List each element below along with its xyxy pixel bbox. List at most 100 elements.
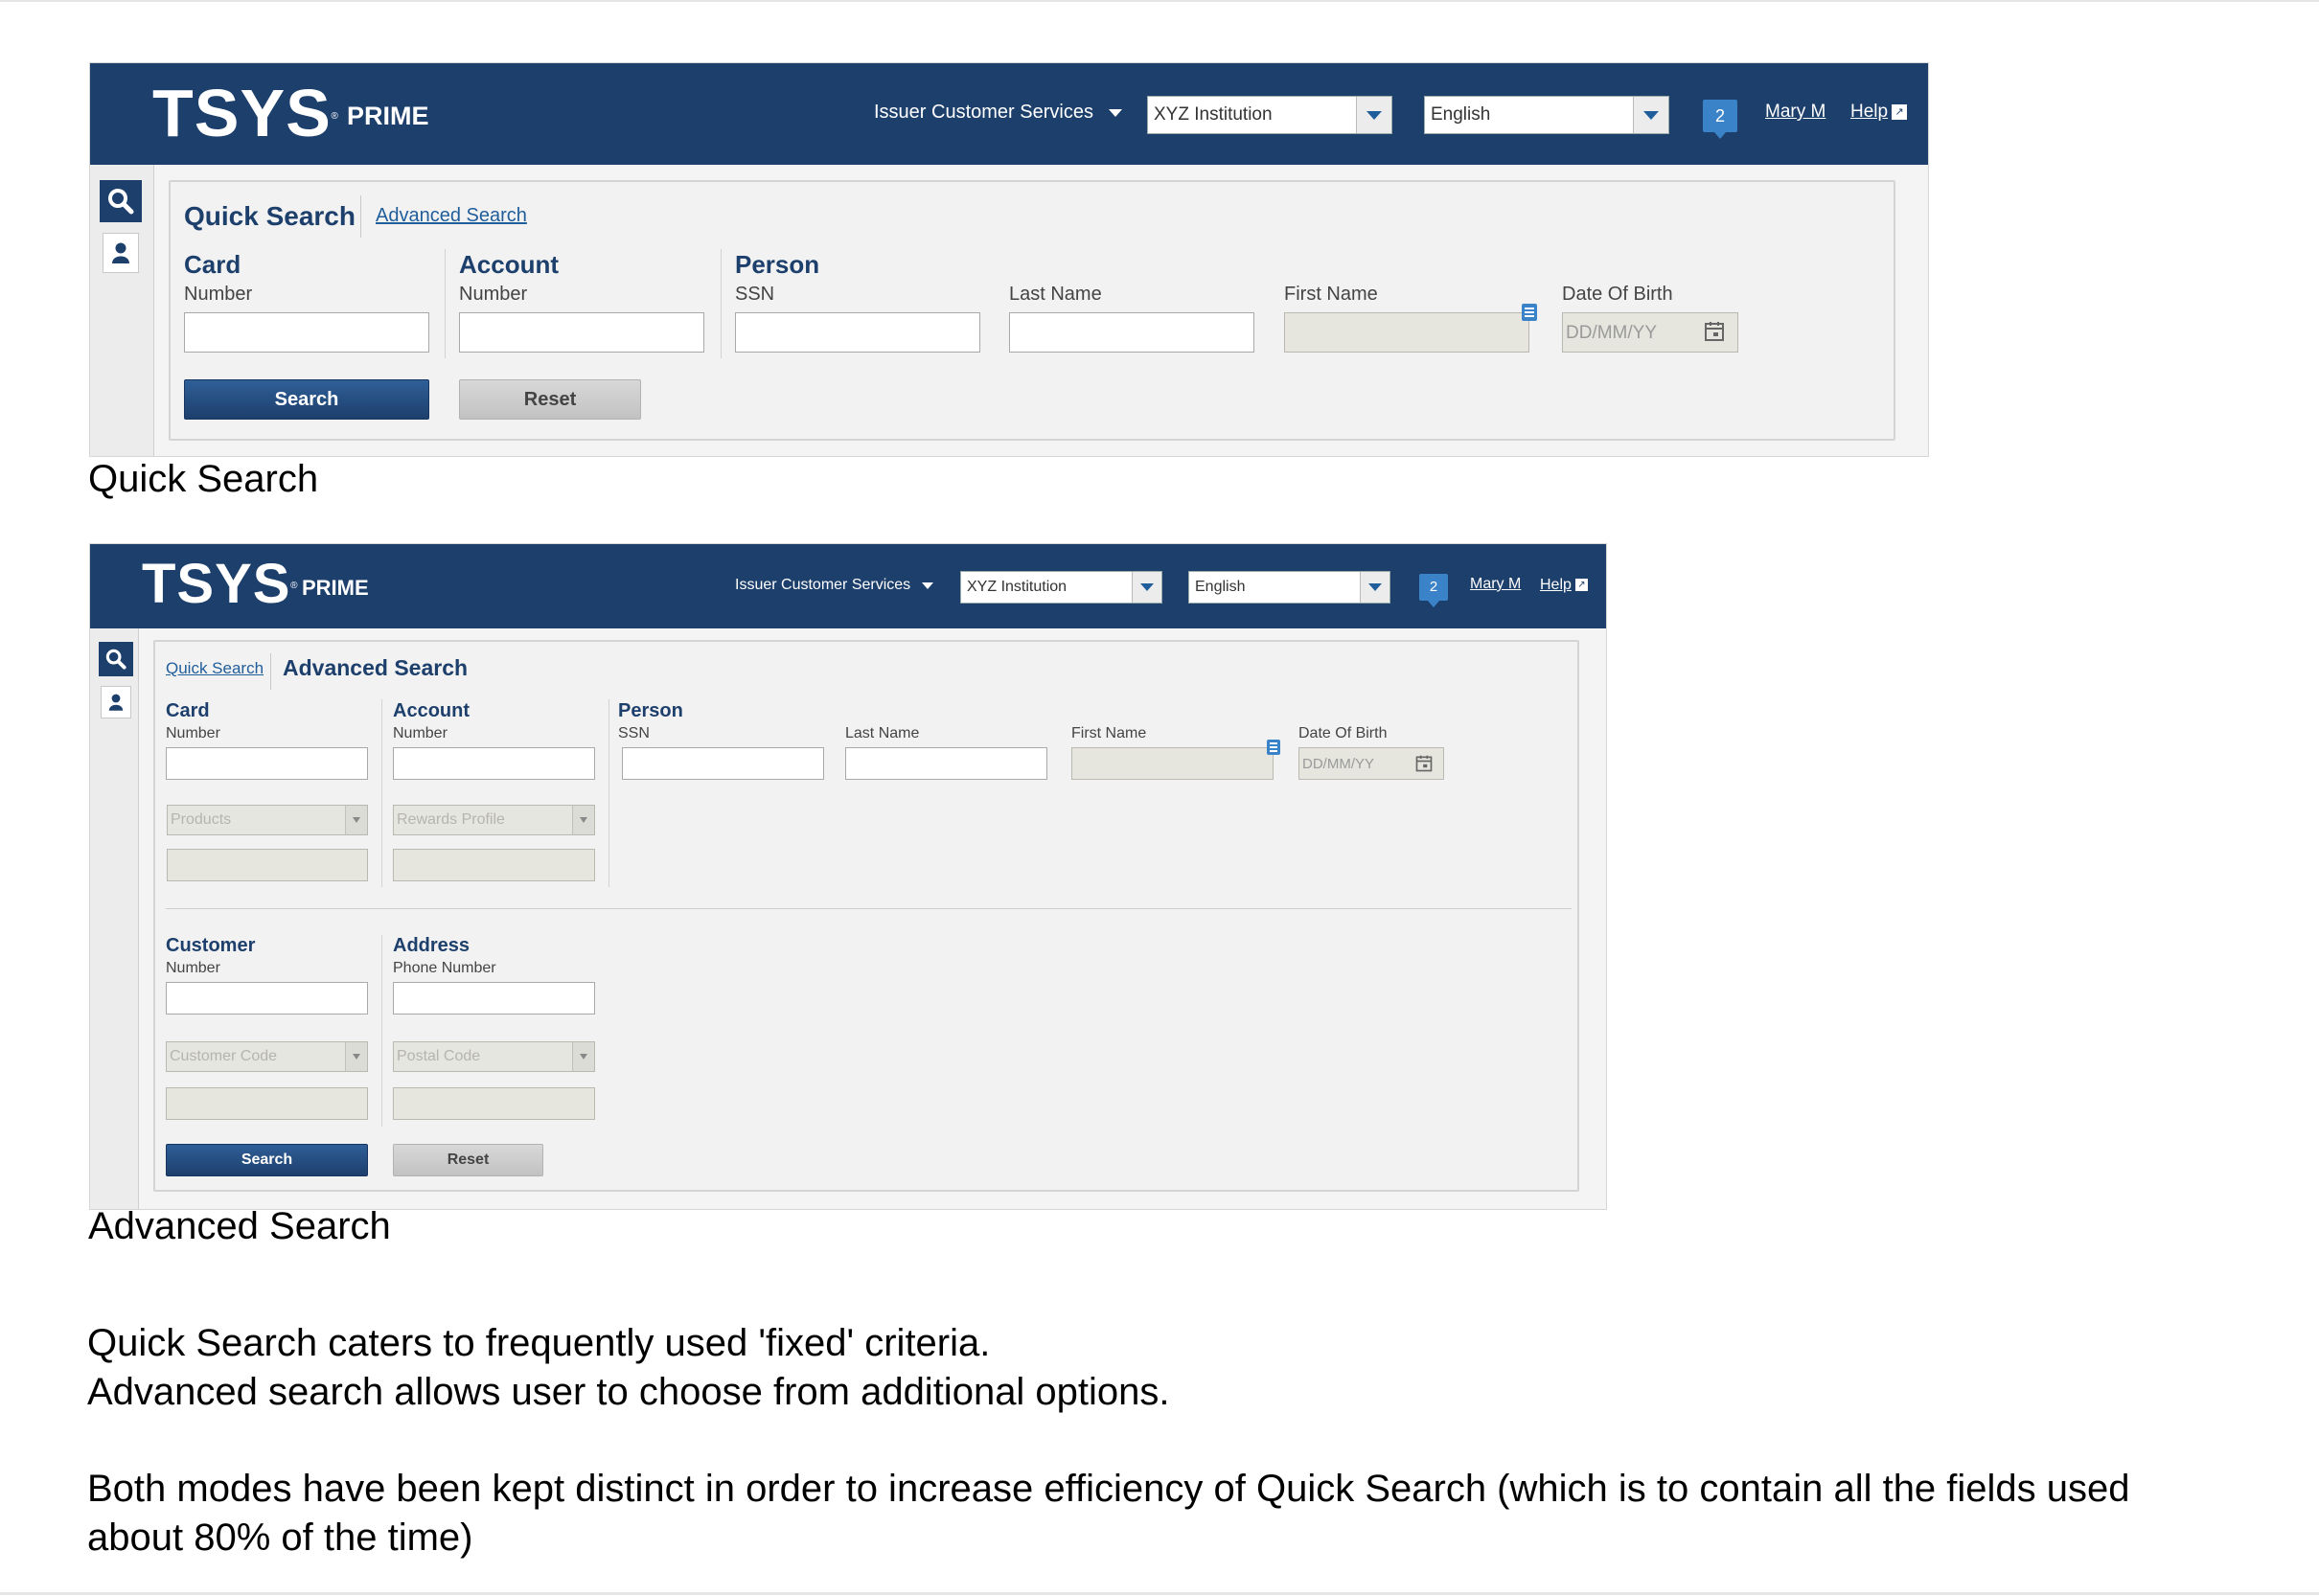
side-rail [90, 165, 154, 456]
customer-code-value-input[interactable] [166, 1087, 368, 1120]
dob-input[interactable]: DD/MM/YY [1562, 312, 1738, 353]
product-name: PRIME [302, 576, 369, 600]
group-divider [381, 935, 382, 1127]
note-line-1: Quick Search caters to frequently used '… [87, 1322, 991, 1364]
advanced-search-screenshot: TSYS ® PRIME Issuer Customer Services XY… [89, 543, 1607, 1210]
products-dropdown-value: Products [171, 811, 232, 828]
postal-code-value-input[interactable] [393, 1087, 595, 1120]
app-header: TSYS ® PRIME Issuer Customer Services XY… [90, 544, 1606, 628]
account-number-label: Number [393, 725, 448, 741]
note-line-3: Both modes have been kept distinct in or… [87, 1468, 2130, 1510]
postal-code-dropdown[interactable]: Postal Code [393, 1041, 595, 1072]
service-menu[interactable]: Issuer Customer Services [874, 102, 1122, 124]
person-group-title: Person [618, 700, 683, 721]
user-menu-link[interactable]: Mary M [1470, 576, 1521, 593]
search-icon [108, 189, 134, 215]
account-number-label: Number [459, 284, 528, 305]
institution-value: XYZ Institution [967, 579, 1068, 595]
notification-badge[interactable]: 2 [1419, 574, 1448, 607]
notification-badge[interactable]: 2 [1703, 100, 1737, 139]
language-value: English [1431, 104, 1491, 125]
ssn-label: SSN [735, 284, 775, 305]
chevron-down-icon [1360, 572, 1389, 603]
quick-search-screenshot: TSYS ® PRIME Issuer Customer Services XY… [89, 62, 1929, 457]
section-divider [166, 908, 1572, 909]
card-group-title: Card [166, 700, 210, 721]
card-number-input[interactable] [184, 312, 429, 353]
user-menu-link[interactable]: Mary M [1765, 102, 1825, 123]
advanced-search-link[interactable]: Advanced Search [376, 205, 527, 227]
language-select[interactable]: English [1424, 96, 1669, 134]
customer-code-dropdown[interactable]: Customer Code [166, 1041, 368, 1072]
group-divider [721, 249, 722, 358]
panel-title: Advanced Search [283, 655, 469, 680]
service-menu[interactable]: Issuer Customer Services [735, 577, 934, 594]
ssn-label: SSN [618, 725, 650, 741]
institution-select[interactable]: XYZ Institution [1147, 96, 1392, 134]
phone-number-input[interactable] [393, 982, 595, 1015]
ssn-input[interactable] [622, 747, 824, 780]
group-divider [608, 699, 609, 887]
postal-code-dropdown-value: Postal Code [397, 1048, 481, 1064]
first-name-label: First Name [1284, 284, 1378, 305]
last-name-label: Last Name [1009, 284, 1102, 305]
chevron-down-icon [1108, 108, 1122, 117]
search-icon [105, 649, 126, 670]
external-link-icon: ↗ [1892, 103, 1908, 120]
search-nav-button[interactable] [99, 642, 133, 676]
reset-button[interactable]: Reset [393, 1144, 543, 1176]
customer-number-input[interactable] [166, 982, 368, 1015]
card-number-input[interactable] [166, 747, 368, 780]
account-number-input[interactable] [459, 312, 704, 353]
search-nav-button[interactable] [100, 180, 142, 222]
dob-input[interactable]: DD/MM/YY [1298, 747, 1444, 780]
service-menu-label: Issuer Customer Services [735, 577, 911, 593]
advanced-search-caption: Advanced Search [88, 1205, 391, 1247]
chevron-down-icon [572, 1042, 594, 1071]
list-icon[interactable] [1522, 304, 1537, 321]
person-group-title: Person [735, 250, 820, 279]
search-button[interactable]: Search [184, 379, 429, 420]
customer-number-label: Number [166, 960, 220, 976]
chevron-down-icon [345, 806, 367, 834]
product-name: PRIME [347, 102, 429, 130]
service-menu-label: Issuer Customer Services [874, 102, 1093, 123]
rewards-profile-dropdown-value: Rewards Profile [397, 811, 505, 828]
ssn-input[interactable] [735, 312, 980, 353]
chevron-down-icon [922, 581, 934, 589]
last-name-input[interactable] [1009, 312, 1254, 353]
chevron-down-icon [1356, 97, 1391, 133]
card-group-title: Card [184, 250, 241, 279]
help-link[interactable]: Help ↗ [1540, 577, 1588, 594]
search-button[interactable]: Search [166, 1144, 368, 1176]
tsys-logo: TSYS ® [152, 76, 339, 150]
account-number-input[interactable] [393, 747, 595, 780]
top-rule [0, 0, 2319, 2]
products-dropdown[interactable]: Products [167, 805, 368, 835]
products-value-input[interactable] [167, 849, 368, 881]
app-header: TSYS ® PRIME Issuer Customer Services XY… [90, 63, 1928, 165]
reset-button[interactable]: Reset [459, 379, 641, 420]
customer-code-dropdown-value: Customer Code [170, 1048, 278, 1064]
customer-nav-button[interactable] [103, 233, 139, 273]
title-divider [270, 653, 271, 690]
rewards-profile-dropdown[interactable]: Rewards Profile [393, 805, 595, 835]
customer-nav-button[interactable] [101, 686, 131, 718]
account-group-title: Account [393, 700, 470, 721]
card-number-label: Number [184, 284, 253, 305]
rewards-profile-value-input[interactable] [393, 849, 595, 881]
first-name-input[interactable] [1071, 747, 1274, 780]
help-link[interactable]: Help ↗ [1850, 102, 1908, 123]
institution-select[interactable]: XYZ Institution [960, 571, 1162, 604]
list-icon[interactable] [1267, 740, 1280, 755]
language-select[interactable]: English [1188, 571, 1390, 604]
last-name-input[interactable] [845, 747, 1047, 780]
chevron-down-icon [345, 1042, 367, 1071]
calendar-icon[interactable] [1414, 754, 1434, 773]
first-name-input[interactable] [1284, 312, 1529, 353]
calendar-icon[interactable] [1703, 320, 1726, 343]
quick-search-link[interactable]: Quick Search [166, 659, 264, 678]
title-divider [360, 195, 361, 238]
group-divider [381, 699, 382, 887]
tsys-logo: TSYS ® [142, 553, 299, 615]
